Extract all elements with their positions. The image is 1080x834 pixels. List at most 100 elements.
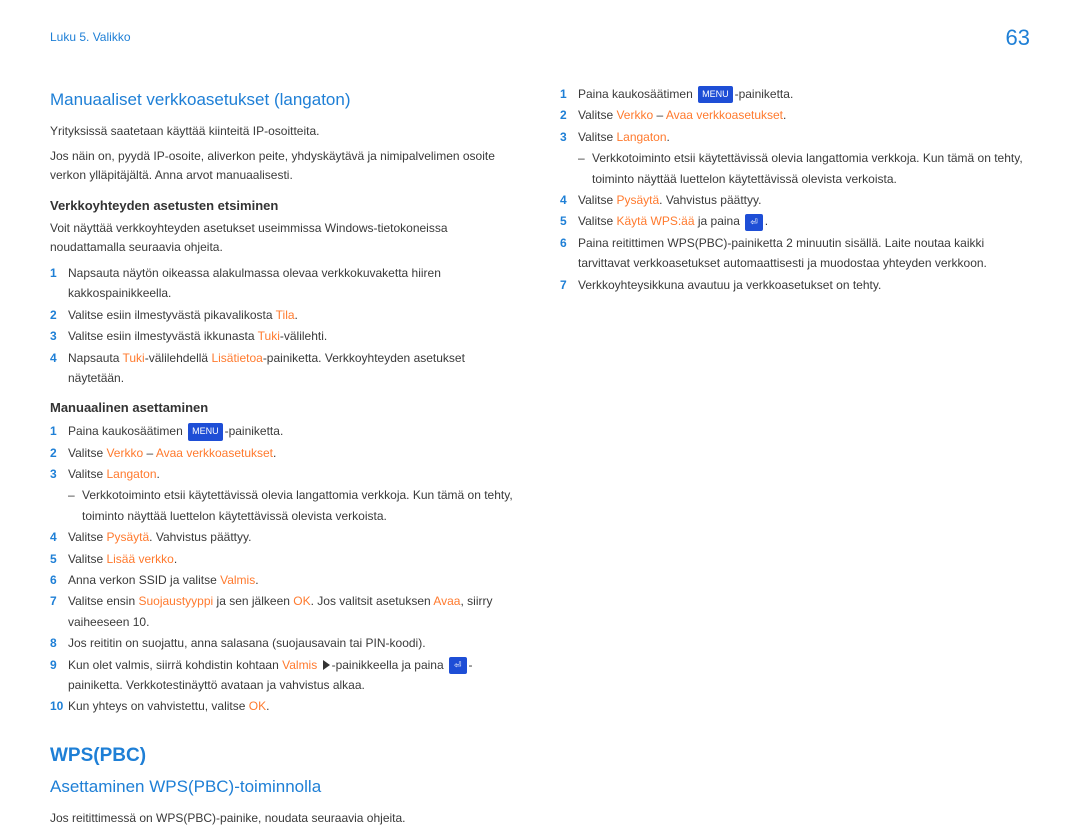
hl-pysayta: Pysäytä xyxy=(616,193,659,207)
step-number: 1 xyxy=(50,263,68,283)
wps-list: 1Paina kaukosäätimen MENU-painiketta. 2V… xyxy=(560,84,1030,147)
manual-set-list-cont: 4Valitse Pysäytä. Vahvistus päättyy. 5Va… xyxy=(50,527,520,717)
step-text: Paina reitittimen WPS(PBC)-painiketta 2 … xyxy=(578,233,1030,274)
hl-tila: Tila xyxy=(276,308,295,322)
list-item: 3Valitse Langaton. xyxy=(560,127,1030,147)
sub-note: –Verkkotoiminto etsii käytettävissä olev… xyxy=(68,485,520,526)
step-number: 1 xyxy=(50,421,68,441)
step-number: 5 xyxy=(560,211,578,231)
list-item: 7Verkkoyhteysikkuna avautuu ja verkkoase… xyxy=(560,275,1030,295)
list-item: 4Napsauta Tuki-välilehdellä Lisätietoa-p… xyxy=(50,348,520,389)
enter-icon: ⏎ xyxy=(745,214,763,231)
subhead-manual-set: Manuaalinen asettaminen xyxy=(50,400,520,415)
play-icon xyxy=(323,660,330,670)
step-text: Valitse esiin ilmestyvästä ikkunasta Tuk… xyxy=(68,326,520,346)
dash-icon: – xyxy=(68,485,82,526)
step-number: 7 xyxy=(50,591,68,611)
hl-avaa: Avaa xyxy=(433,594,460,608)
hl-tuki: Tuki xyxy=(123,351,145,365)
hl-valmis: Valmis xyxy=(282,658,317,672)
step-text: Paina kaukosäätimen MENU-painiketta. xyxy=(68,421,520,441)
list-item: 5Valitse Käytä WPS:ää ja paina ⏎. xyxy=(560,211,1030,231)
list-item: 1Paina kaukosäätimen MENU-painiketta. xyxy=(560,84,1030,104)
menu-icon: MENU xyxy=(188,423,223,440)
step-number: 2 xyxy=(50,443,68,463)
step-text: Valitse Pysäytä. Vahvistus päättyy. xyxy=(578,190,1030,210)
step-text: Valitse esiin ilmestyvästä pikavalikosta… xyxy=(68,305,520,325)
note-text: Verkkotoiminto etsii käytettävissä olevi… xyxy=(82,485,520,526)
list-item: 1Paina kaukosäätimen MENU-painiketta. xyxy=(50,421,520,441)
find-settings-intro: Voit näyttää verkkoyhteyden asetukset us… xyxy=(50,219,520,257)
step-number: 1 xyxy=(560,84,578,104)
list-item: 3Valitse esiin ilmestyvästä ikkunasta Tu… xyxy=(50,326,520,346)
step-text: Jos reititin on suojattu, anna salasana … xyxy=(68,633,520,653)
step-number: 6 xyxy=(560,233,578,253)
list-item: 10Kun yhteys on vahvistettu, valitse OK. xyxy=(50,696,520,716)
step-number: 3 xyxy=(50,464,68,484)
hl-lisaa-verkko: Lisää verkko xyxy=(106,552,173,566)
hl-avaa-verkkoasetukset: Avaa verkkoasetukset xyxy=(666,108,783,122)
step-text: Valitse Langaton. xyxy=(68,464,520,484)
step-number: 7 xyxy=(560,275,578,295)
step-number: 4 xyxy=(50,527,68,547)
step-number: 2 xyxy=(50,305,68,325)
step-text: Valitse Verkko – Avaa verkkoasetukset. xyxy=(578,105,1030,125)
step-text: Valitse Pysäytä. Vahvistus päättyy. xyxy=(68,527,520,547)
menu-icon: MENU xyxy=(698,86,733,103)
step-text: Kun olet valmis, siirrä kohdistin kohtaa… xyxy=(68,655,520,696)
list-item: 9Kun olet valmis, siirrä kohdistin kohta… xyxy=(50,655,520,696)
hl-verkko: Verkko xyxy=(106,446,143,460)
list-item: 2Valitse esiin ilmestyvästä pikavalikost… xyxy=(50,305,520,325)
step-text: Valitse Verkko – Avaa verkkoasetukset. xyxy=(68,443,520,463)
step-number: 3 xyxy=(50,326,68,346)
step-text: Valitse ensin Suojaustyyppi ja sen jälke… xyxy=(68,591,520,632)
list-item: 4Valitse Pysäytä. Vahvistus päättyy. xyxy=(560,190,1030,210)
step-number: 10 xyxy=(50,696,68,716)
step-number: 3 xyxy=(560,127,578,147)
step-text: Napsauta näytön oikeassa alakulmassa ole… xyxy=(68,263,520,304)
list-item: 2Valitse Verkko – Avaa verkkoasetukset. xyxy=(560,105,1030,125)
list-item: 2Valitse Verkko – Avaa verkkoasetukset. xyxy=(50,443,520,463)
content-columns: Manuaaliset verkkoasetukset (langaton) Y… xyxy=(50,84,1030,834)
step-number: 4 xyxy=(50,348,68,368)
step-number: 4 xyxy=(560,190,578,210)
wps-list-cont: 4Valitse Pysäytä. Vahvistus päättyy. 5Va… xyxy=(560,190,1030,295)
step-number: 9 xyxy=(50,655,68,675)
step-text: Verkkoyhteysikkuna avautuu ja verkkoaset… xyxy=(578,275,1030,295)
step-number: 6 xyxy=(50,570,68,590)
list-item: 7Valitse ensin Suojaustyyppi ja sen jälk… xyxy=(50,591,520,632)
dash-icon: – xyxy=(578,148,592,189)
hl-avaa-verkkoasetukset: Avaa verkkoasetukset xyxy=(156,446,273,460)
step-number: 2 xyxy=(560,105,578,125)
hl-valmis: Valmis xyxy=(220,573,255,587)
list-item: 5Valitse Lisää verkko. xyxy=(50,549,520,569)
intro-para-1: Yrityksissä saatetaan käyttää kiinteitä … xyxy=(50,122,520,141)
intro-para-2: Jos näin on, pyydä IP-osoite, aliverkon … xyxy=(50,147,520,185)
right-column: 1Paina kaukosäätimen MENU-painiketta. 2V… xyxy=(560,84,1030,834)
hl-langaton: Langaton xyxy=(616,130,666,144)
hl-lisatietoa: Lisätietoa xyxy=(211,351,262,365)
breadcrumb: Luku 5. Valikko xyxy=(50,30,1030,44)
left-column: Manuaaliset verkkoasetukset (langaton) Y… xyxy=(50,84,520,834)
hl-ok: OK xyxy=(293,594,310,608)
manual-set-list: 1Paina kaukosäätimen MENU-painiketta. 2V… xyxy=(50,421,520,484)
step-text: Anna verkon SSID ja valitse Valmis. xyxy=(68,570,520,590)
list-item: 6Paina reitittimen WPS(PBC)-painiketta 2… xyxy=(560,233,1030,274)
hl-suojaustyyppi: Suojaustyyppi xyxy=(138,594,213,608)
find-settings-list: 1Napsauta näytön oikeassa alakulmassa ol… xyxy=(50,263,520,388)
hl-tuki: Tuki xyxy=(258,329,280,343)
step-text: Paina kaukosäätimen MENU-painiketta. xyxy=(578,84,1030,104)
list-item: 6Anna verkon SSID ja valitse Valmis. xyxy=(50,570,520,590)
step-text: Kun yhteys on vahvistettu, valitse OK. xyxy=(68,696,520,716)
list-item: 1Napsauta näytön oikeassa alakulmassa ol… xyxy=(50,263,520,304)
heading-wps-setup: Asettaminen WPS(PBC)-toiminnolla xyxy=(50,777,520,797)
step-text: Valitse Lisää verkko. xyxy=(68,549,520,569)
heading-wps: WPS(PBC) xyxy=(50,745,520,767)
subhead-find-settings: Verkkoyhteyden asetusten etsiminen xyxy=(50,198,520,213)
step-text: Valitse Käytä WPS:ää ja paina ⏎. xyxy=(578,211,1030,231)
heading-manual-wireless: Manuaaliset verkkoasetukset (langaton) xyxy=(50,90,520,110)
wps-intro: Jos reitittimessä on WPS(PBC)-painike, n… xyxy=(50,809,520,828)
step-number: 5 xyxy=(50,549,68,569)
list-item: 4Valitse Pysäytä. Vahvistus päättyy. xyxy=(50,527,520,547)
hl-langaton: Langaton xyxy=(106,467,156,481)
